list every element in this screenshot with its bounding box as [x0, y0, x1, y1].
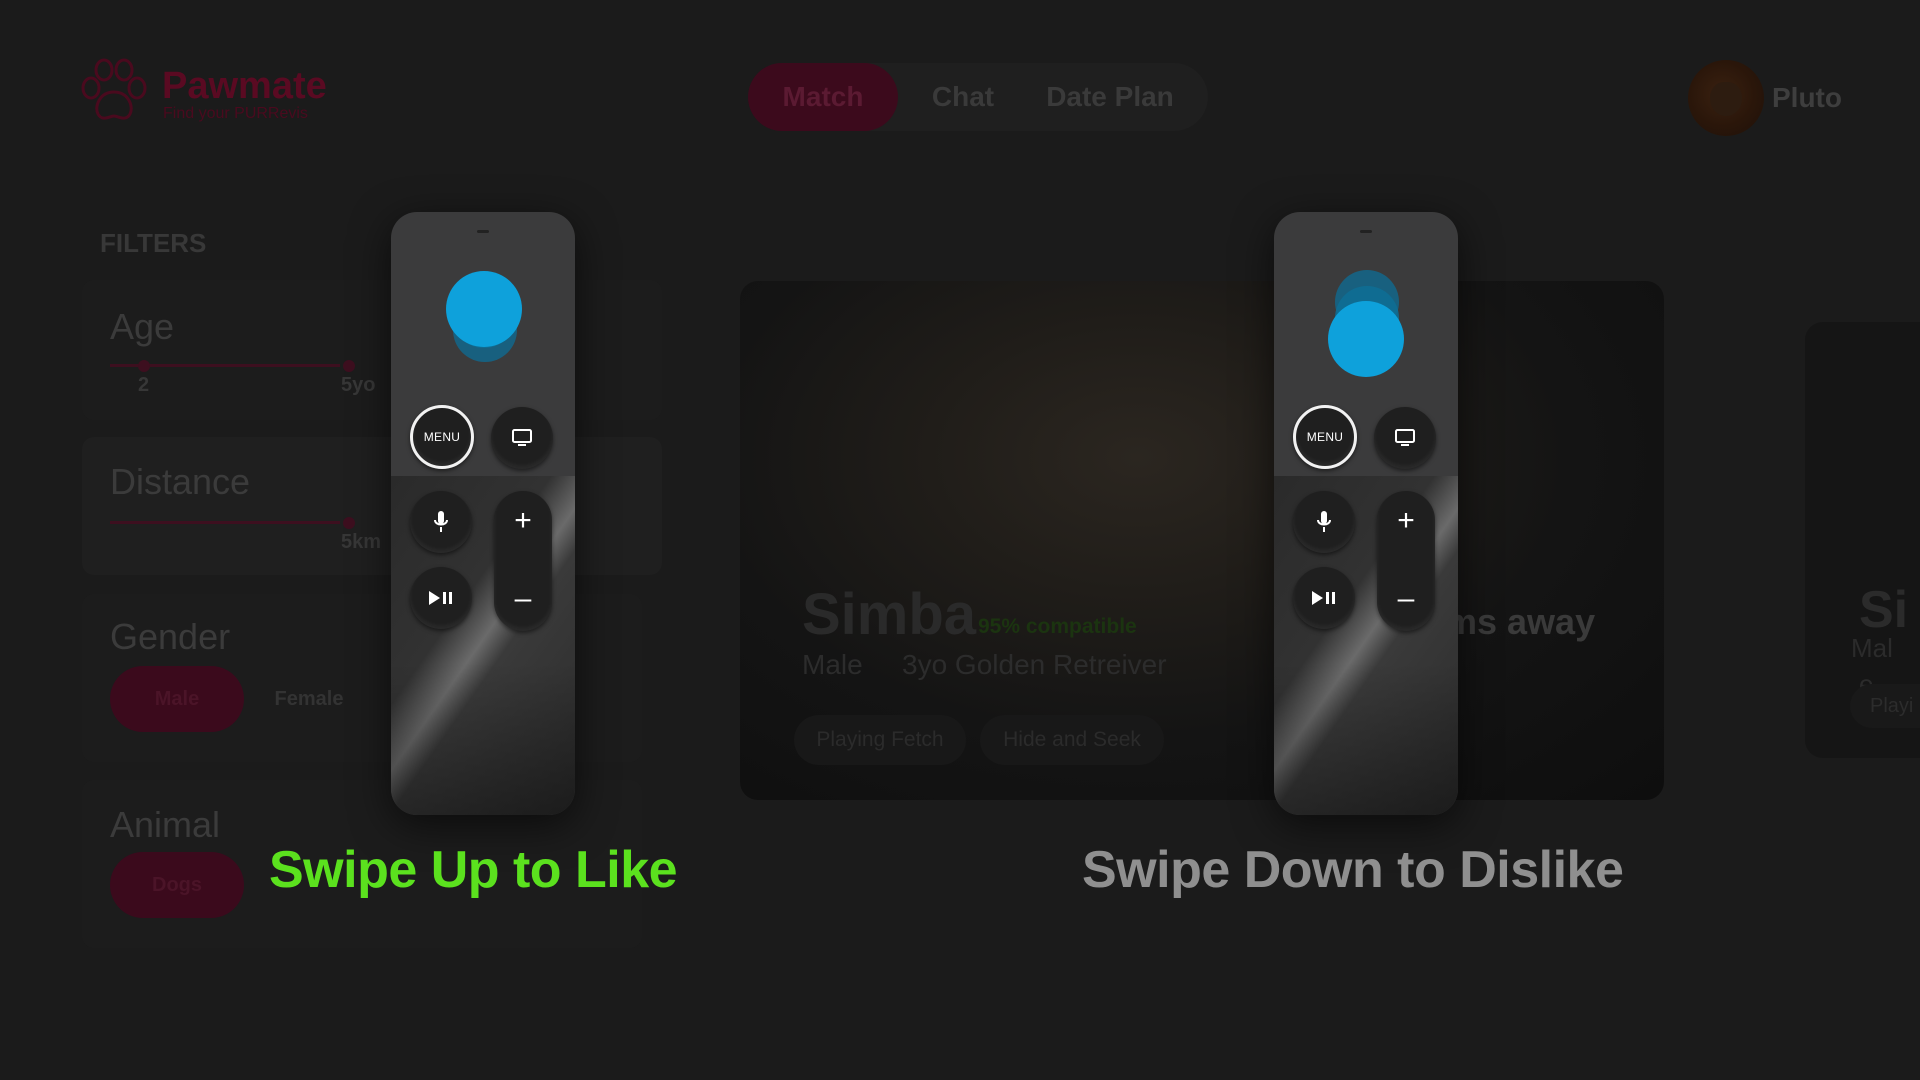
brand-name: Pawmate	[162, 65, 327, 107]
play-pause-icon	[1312, 591, 1335, 605]
brand-tagline: Find your PURRevis	[163, 105, 308, 122]
siri-button[interactable]	[410, 491, 472, 553]
siri-button[interactable]	[1293, 491, 1355, 553]
age-min-value: 2	[138, 374, 150, 396]
touch-indicator[interactable]	[1328, 301, 1404, 377]
gender-chip-male[interactable]: Male	[110, 666, 244, 732]
pet-name: Simba	[802, 582, 977, 647]
microphone-icon	[434, 511, 448, 532]
tv-icon	[1395, 429, 1415, 446]
touch-indicator[interactable]	[446, 271, 522, 347]
distance-slider-track[interactable]	[110, 521, 340, 524]
pet-gender: Male	[802, 649, 863, 680]
remote-swipe-down: MENU + –	[1274, 212, 1458, 815]
filter-gender-label: Gender	[110, 616, 231, 657]
plus-icon[interactable]: +	[1377, 506, 1435, 536]
volume-rocker[interactable]: + –	[1377, 491, 1435, 631]
minus-icon[interactable]: –	[494, 584, 552, 614]
main-nav: Match Chat Date Plan	[748, 63, 1208, 131]
filters-title: FILTERS	[100, 228, 207, 258]
filter-animal-label: Animal	[110, 804, 221, 845]
avatar[interactable]	[1688, 60, 1764, 136]
pet-distance: ms away	[1445, 601, 1596, 642]
match-card[interactable]: Simba 95% compatible Male 3yo Golden Ret…	[740, 281, 1664, 800]
microphone-icon	[1317, 511, 1331, 532]
menu-button[interactable]: MENU	[1293, 405, 1357, 469]
menu-button[interactable]: MENU	[410, 405, 474, 469]
distance-slider-handle[interactable]	[343, 517, 355, 529]
play-pause-button[interactable]	[410, 567, 472, 629]
play-pause-button[interactable]	[1293, 567, 1355, 629]
filter-distance-label: Distance	[110, 461, 251, 502]
tv-icon	[512, 429, 532, 446]
tab-date-plan[interactable]: Date Plan	[1030, 63, 1190, 131]
compatibility-label: 95% compatible	[978, 615, 1137, 638]
swipe-up-caption: Swipe Up to Like	[269, 841, 678, 899]
distance-value: 5km	[341, 531, 382, 553]
swipe-down-caption: Swipe Down to Dislike	[1082, 841, 1624, 899]
age-slider-max-handle[interactable]	[343, 360, 355, 372]
filter-age-label: Age	[110, 306, 175, 347]
plus-icon[interactable]: +	[494, 506, 552, 536]
interest-tag: Playing Fetch	[794, 715, 966, 765]
minus-icon[interactable]: –	[1377, 584, 1435, 614]
next-interest-tag: Playi	[1850, 684, 1920, 728]
age-max-value: 5yo	[341, 374, 376, 396]
play-pause-icon	[429, 591, 452, 605]
age-slider-min-handle[interactable]	[138, 360, 150, 372]
gender-chip-female[interactable]: Female	[244, 666, 374, 732]
volume-rocker[interactable]: + –	[494, 491, 552, 631]
pawmate-app: Pawmate Find your PURRevis Match Chat Da…	[0, 0, 1920, 1080]
paw-logo-icon	[81, 58, 147, 120]
animal-chip-dogs[interactable]: Dogs	[110, 852, 244, 918]
filter-age-panel: Age 2 5yo	[82, 280, 662, 420]
user-name[interactable]: Pluto	[1772, 82, 1842, 114]
tv-button[interactable]	[491, 407, 553, 469]
tv-button[interactable]	[1374, 407, 1436, 469]
tab-match[interactable]: Match	[748, 63, 898, 131]
interest-tag: Hide and Seek	[980, 715, 1164, 765]
tab-chat[interactable]: Chat	[898, 63, 1028, 131]
pet-breed: 3yo Golden Retreiver	[902, 649, 1167, 680]
filter-distance-panel: Distance 5km	[82, 437, 662, 575]
remote-swipe-up: MENU + –	[391, 212, 575, 815]
next-match-card[interactable]: Si Mal e Playi	[1805, 322, 1920, 758]
